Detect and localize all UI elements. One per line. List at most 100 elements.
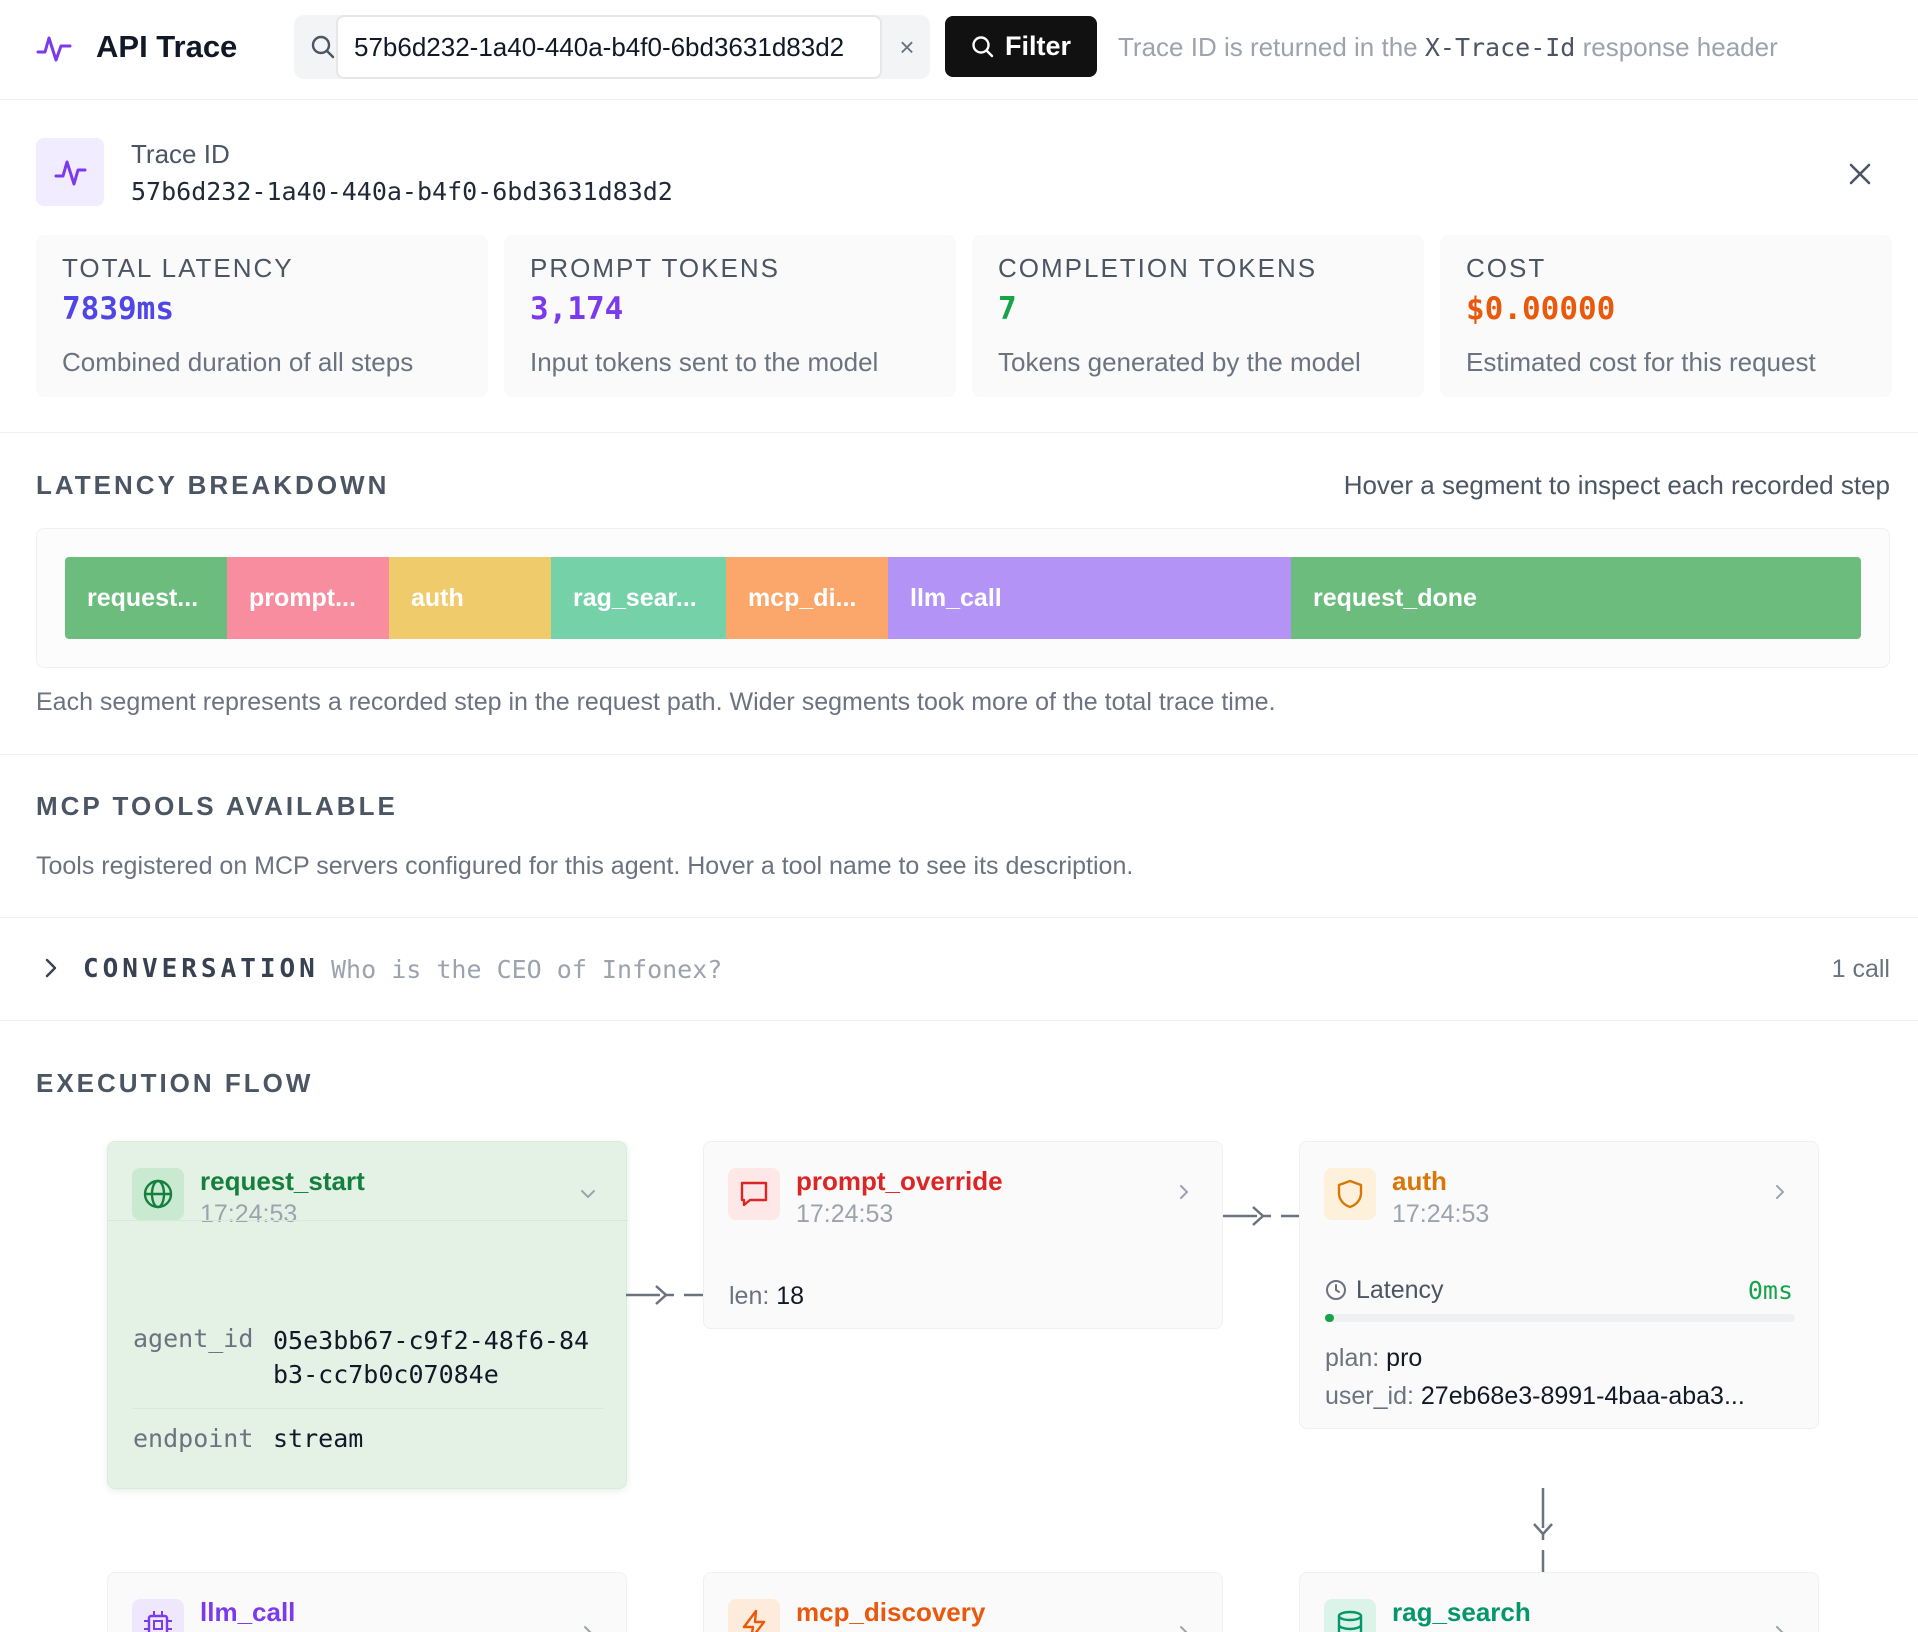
stat-card-cost: COST $0.00000 Estimated cost for this re… [1440, 235, 1892, 397]
globe-icon [132, 1168, 184, 1220]
chevron-right-icon[interactable] [1174, 1623, 1194, 1632]
node-name: auth [1392, 1166, 1447, 1196]
flow-node-auth[interactable]: auth 17:24:53 Latency 0ms plan: pro user… [1299, 1141, 1819, 1429]
search-icon [972, 35, 994, 57]
user-id-label: user_id: [1325, 1382, 1414, 1410]
trace-id-search-input[interactable] [336, 15, 882, 79]
chevron-right-icon[interactable] [578, 1623, 598, 1632]
chevron-right-icon[interactable] [1770, 1182, 1790, 1202]
agent-id-row: agent_id [133, 1324, 253, 1353]
flow-node-mcp-discovery[interactable]: mcp_discovery [703, 1572, 1223, 1632]
pulse-logo-icon [36, 36, 72, 62]
node-name: request_start [200, 1166, 365, 1196]
segment-auth[interactable]: auth [389, 557, 551, 639]
flow-arrow-right [626, 1285, 704, 1305]
conversation-toggle[interactable]: CONVERSATION Who is the CEO of Infonex? … [0, 918, 1918, 1020]
latency-label: Latency [1356, 1276, 1444, 1304]
latency-bar-container: request... prompt... auth rag_sear... mc… [36, 528, 1890, 668]
database-icon [1324, 1599, 1376, 1632]
node-time: 17:24:53 [796, 1200, 894, 1228]
node-name: mcp_discovery [796, 1597, 986, 1627]
stat-label: COST [1466, 253, 1547, 283]
stat-label: COMPLETION TOKENS [998, 253, 1318, 283]
shield-icon [1324, 1168, 1376, 1220]
len-value: 18 [776, 1282, 805, 1310]
chevron-right-icon[interactable] [1770, 1623, 1790, 1632]
node-divider [108, 1220, 628, 1221]
user-id-row: user_id: 27eb68e3-8991-4baa-aba3... [1325, 1382, 1745, 1411]
segment-rag-search[interactable]: rag_sear... [551, 557, 726, 639]
endpoint-value: stream [273, 1424, 364, 1453]
segment-prompt-override[interactable]: prompt... [227, 557, 389, 639]
node-name: prompt_override [796, 1166, 1003, 1196]
mcp-description: Tools registered on MCP servers configur… [36, 852, 1134, 880]
flow-node-llm-call[interactable]: llm_call [107, 1572, 627, 1632]
len-row: len: 18 [729, 1282, 804, 1311]
cpu-icon [132, 1599, 184, 1632]
stat-card-prompt-tokens: PROMPT TOKENS 3,174 Input tokens sent to… [504, 235, 956, 397]
stat-value: 7 [998, 291, 1017, 327]
node-name: rag_search [1392, 1597, 1531, 1627]
search-icon [311, 35, 335, 59]
stat-desc: Input tokens sent to the model [530, 347, 879, 377]
flow-node-prompt-override[interactable]: prompt_override 17:24:53 len: 18 [703, 1141, 1223, 1329]
latency-hint: Hover a segment to inspect each recorded… [1343, 470, 1890, 500]
header-hint: Trace ID is returned in the X-Trace-Id r… [1118, 32, 1778, 63]
close-icon[interactable] [1842, 156, 1878, 192]
trace-icon-box [36, 138, 104, 206]
stat-card-completion-tokens: COMPLETION TOKENS 7 Tokens generated by … [972, 235, 1424, 397]
top-bar: API Trace × Filter Trace ID is returned … [0, 0, 1918, 100]
stat-desc: Tokens generated by the model [998, 347, 1361, 377]
node-name: llm_call [200, 1597, 296, 1627]
flow-node-request-start[interactable]: request_start 17:24:53 agent_id 05e3bb67… [107, 1141, 628, 1489]
plan-row: plan: pro [1325, 1344, 1422, 1373]
message-square-icon [728, 1168, 780, 1220]
segment-request-start[interactable]: request... [65, 557, 227, 639]
trace-id-label: Trace ID [131, 139, 230, 169]
mcp-section-title: MCP TOOLS AVAILABLE [36, 791, 398, 821]
row-divider [133, 1408, 603, 1409]
execution-flow-title: EXECUTION FLOW [36, 1068, 314, 1098]
app-title: API Trace [96, 29, 238, 64]
filter-button-label: Filter [1004, 31, 1071, 61]
stat-card-total-latency: TOTAL LATENCY 7839ms Combined duration o… [36, 235, 488, 397]
stat-value: 3,174 [530, 291, 624, 327]
segment-llm-call[interactable]: llm_call [888, 557, 1291, 639]
stat-label: TOTAL LATENCY [62, 253, 294, 283]
flow-arrow-down [1533, 1488, 1553, 1582]
chevron-down-icon[interactable] [578, 1184, 598, 1204]
zap-icon [728, 1599, 780, 1632]
latency-bar: request... prompt... auth rag_sear... mc… [65, 557, 1861, 639]
latency-description: Each segment represents a recorded step … [36, 688, 1276, 716]
len-label: len: [729, 1282, 770, 1310]
stat-desc: Estimated cost for this request [1466, 347, 1816, 377]
node-time: 17:24:53 [200, 1200, 298, 1228]
trace-id-value: 57b6d232-1a40-440a-b4f0-6bd3631d83d2 [131, 177, 673, 206]
search-bar: × [294, 15, 930, 79]
latency-fill [1325, 1314, 1335, 1322]
stat-label: PROMPT TOKENS [530, 253, 780, 283]
filter-button[interactable]: Filter [945, 16, 1097, 77]
segment-mcp-discovery[interactable]: mcp_di... [726, 557, 888, 639]
divider [0, 1020, 1918, 1021]
divider [0, 754, 1918, 755]
plan-value: pro [1386, 1344, 1423, 1372]
user-id-value: 27eb68e3-8991-4baa-aba3... [1420, 1382, 1745, 1410]
segment-request-done[interactable]: request_done [1291, 557, 1861, 639]
latency-track [1325, 1314, 1795, 1322]
flow-node-rag-search[interactable]: rag_search [1299, 1572, 1819, 1632]
conversation-count: 1 call [1831, 955, 1890, 983]
hint-prefix: Trace ID is returned in the [1118, 32, 1418, 62]
latency-section-title: LATENCY BREAKDOWN [36, 470, 390, 500]
chevron-right-icon[interactable] [1174, 1182, 1194, 1202]
plan-label: plan: [1325, 1344, 1380, 1372]
clock-icon [1326, 1280, 1346, 1300]
node-time: 17:24:53 [1392, 1200, 1490, 1228]
clear-search-button[interactable]: × [892, 32, 922, 62]
divider [0, 432, 1918, 433]
agent-id-line1: 05e3bb67-c9f2-48f6-84 [273, 1326, 590, 1355]
agent-id-line2: b3-cc7b0c07084e [273, 1360, 499, 1389]
conversation-label: CONVERSATION [83, 954, 319, 984]
stat-desc: Combined duration of all steps [62, 347, 414, 377]
flow-arrow-right [1223, 1206, 1301, 1226]
